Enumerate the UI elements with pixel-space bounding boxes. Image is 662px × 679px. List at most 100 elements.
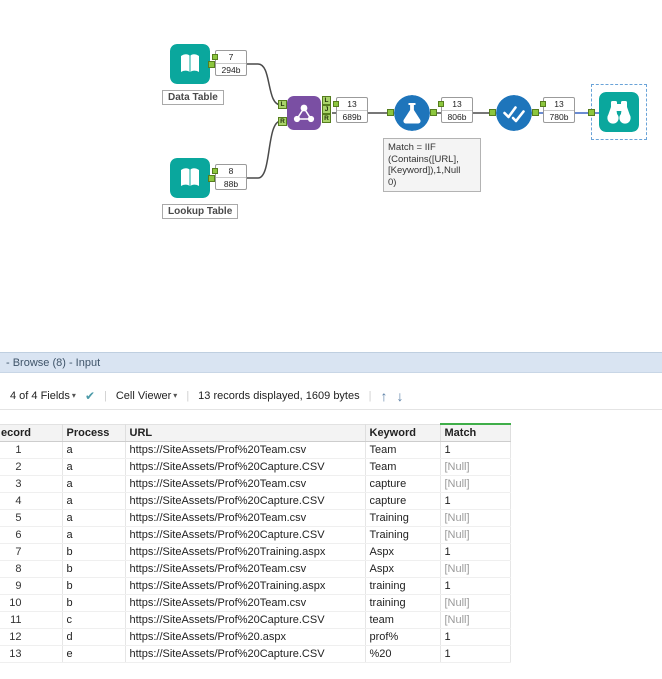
keyword-cell[interactable]: Team — [365, 441, 440, 458]
table-row[interactable]: 6ahttps://SiteAssets/Prof%20Capture.CSVT… — [0, 526, 510, 543]
table-row[interactable]: 5ahttps://SiteAssets/Prof%20Team.csvTrai… — [0, 509, 510, 526]
process-cell[interactable]: b — [62, 577, 125, 594]
column-header-url[interactable]: URL — [125, 424, 365, 441]
join-tool[interactable] — [287, 96, 321, 130]
process-cell[interactable]: a — [62, 492, 125, 509]
url-cell[interactable]: https://SiteAssets/Prof%20Team.csv — [125, 509, 365, 526]
match-cell[interactable]: [Null] — [440, 594, 510, 611]
join-output-l: L — [322, 96, 331, 105]
table-row[interactable]: 10bhttps://SiteAssets/Prof%20Team.csvtra… — [0, 594, 510, 611]
table-row[interactable]: 4ahttps://SiteAssets/Prof%20Capture.CSVc… — [0, 492, 510, 509]
output-anchor — [430, 109, 437, 116]
keyword-cell[interactable]: capture — [365, 492, 440, 509]
table-row[interactable]: 1ahttps://SiteAssets/Prof%20Team.csvTeam… — [0, 441, 510, 458]
record-cell[interactable]: 6 — [0, 526, 62, 543]
match-cell[interactable]: [Null] — [440, 560, 510, 577]
cell-viewer-dropdown[interactable]: Cell Viewer ▾ — [116, 390, 177, 402]
keyword-cell[interactable]: Training — [365, 509, 440, 526]
url-cell[interactable]: https://SiteAssets/Prof%20Capture.CSV — [125, 458, 365, 475]
process-cell[interactable]: a — [62, 441, 125, 458]
scroll-up-icon[interactable]: ↑ — [380, 388, 387, 404]
url-cell[interactable]: https://SiteAssets/Prof%20Capture.CSV — [125, 492, 365, 509]
match-cell[interactable]: [Null] — [440, 475, 510, 492]
input-data-tool-lookup-table[interactable] — [170, 158, 210, 198]
match-cell[interactable]: 1 — [440, 441, 510, 458]
url-cell[interactable]: https://SiteAssets/Prof%20.aspx — [125, 628, 365, 645]
url-cell[interactable]: https://SiteAssets/Prof%20Team.csv — [125, 441, 365, 458]
record-cell[interactable]: 1 — [0, 441, 62, 458]
column-header-record[interactable]: ecord — [0, 424, 62, 441]
keyword-cell[interactable]: prof% — [365, 628, 440, 645]
keyword-cell[interactable]: Aspx — [365, 560, 440, 577]
match-cell[interactable]: [Null] — [440, 458, 510, 475]
connection-dot — [540, 101, 546, 107]
scroll-down-icon[interactable]: ↓ — [396, 388, 403, 404]
match-cell[interactable]: 1 — [440, 543, 510, 560]
record-cell[interactable]: 12 — [0, 628, 62, 645]
keyword-cell[interactable]: Training — [365, 526, 440, 543]
table-row[interactable]: 12dhttps://SiteAssets/Prof%20.aspxprof%1 — [0, 628, 510, 645]
url-cell[interactable]: https://SiteAssets/Prof%20Team.csv — [125, 594, 365, 611]
formula-tool[interactable] — [394, 95, 430, 131]
process-cell[interactable]: a — [62, 475, 125, 492]
keyword-cell[interactable]: capture — [365, 475, 440, 492]
url-cell[interactable]: https://SiteAssets/Prof%20Capture.CSV — [125, 526, 365, 543]
record-cell[interactable]: 10 — [0, 594, 62, 611]
keyword-cell[interactable]: team — [365, 611, 440, 628]
record-cell[interactable]: 9 — [0, 577, 62, 594]
url-cell[interactable]: https://SiteAssets/Prof%20Team.csv — [125, 560, 365, 577]
process-cell[interactable]: c — [62, 611, 125, 628]
match-cell[interactable]: [Null] — [440, 509, 510, 526]
column-header-keyword[interactable]: Keyword — [365, 424, 440, 441]
match-cell[interactable]: 1 — [440, 577, 510, 594]
input-data-tool-data-table[interactable] — [170, 44, 210, 84]
record-cell[interactable]: 3 — [0, 475, 62, 492]
match-cell[interactable]: 1 — [440, 628, 510, 645]
url-cell[interactable]: https://SiteAssets/Prof%20Training.aspx — [125, 543, 365, 560]
table-row[interactable]: 3ahttps://SiteAssets/Prof%20Team.csvcapt… — [0, 475, 510, 492]
record-cell[interactable]: 5 — [0, 509, 62, 526]
process-cell[interactable]: b — [62, 594, 125, 611]
column-header-process[interactable]: Process — [62, 424, 125, 441]
table-row[interactable]: 2ahttps://SiteAssets/Prof%20Capture.CSVT… — [0, 458, 510, 475]
table-row[interactable]: 13ehttps://SiteAssets/Prof%20Capture.CSV… — [0, 645, 510, 662]
process-cell[interactable]: b — [62, 543, 125, 560]
record-cell[interactable]: 13 — [0, 645, 62, 662]
record-cell[interactable]: 8 — [0, 560, 62, 577]
keyword-cell[interactable]: Aspx — [365, 543, 440, 560]
keyword-cell[interactable]: Team — [365, 458, 440, 475]
record-cell[interactable]: 11 — [0, 611, 62, 628]
apply-check-icon[interactable]: ✔ — [85, 389, 95, 403]
url-cell[interactable]: https://SiteAssets/Prof%20Capture.CSV — [125, 611, 365, 628]
match-cell[interactable]: [Null] — [440, 611, 510, 628]
badge-count: 13 — [442, 98, 472, 110]
process-cell[interactable]: a — [62, 509, 125, 526]
keyword-cell[interactable]: %20 — [365, 645, 440, 662]
cell-viewer-label: Cell Viewer — [116, 390, 171, 402]
process-cell[interactable]: a — [62, 458, 125, 475]
select-tool[interactable] — [496, 95, 532, 131]
process-cell[interactable]: d — [62, 628, 125, 645]
process-cell[interactable]: a — [62, 526, 125, 543]
keyword-cell[interactable]: training — [365, 577, 440, 594]
keyword-cell[interactable]: training — [365, 594, 440, 611]
record-cell[interactable]: 4 — [0, 492, 62, 509]
table-row[interactable]: 8bhttps://SiteAssets/Prof%20Team.csvAspx… — [0, 560, 510, 577]
record-cell[interactable]: 7 — [0, 543, 62, 560]
record-cell[interactable]: 2 — [0, 458, 62, 475]
url-cell[interactable]: https://SiteAssets/Prof%20Team.csv — [125, 475, 365, 492]
process-cell[interactable]: b — [62, 560, 125, 577]
table-row[interactable]: 11chttps://SiteAssets/Prof%20Capture.CSV… — [0, 611, 510, 628]
fields-dropdown[interactable]: 4 of 4 Fields ▾ — [10, 390, 76, 402]
match-cell[interactable]: [Null] — [440, 526, 510, 543]
url-cell[interactable]: https://SiteAssets/Prof%20Capture.CSV — [125, 645, 365, 662]
process-cell[interactable]: e — [62, 645, 125, 662]
match-cell[interactable]: 1 — [440, 492, 510, 509]
records-summary: 13 records displayed, 1609 bytes — [198, 390, 359, 402]
table-row[interactable]: 7bhttps://SiteAssets/Prof%20Training.asp… — [0, 543, 510, 560]
table-row[interactable]: 9bhttps://SiteAssets/Prof%20Training.asp… — [0, 577, 510, 594]
match-cell[interactable]: 1 — [440, 645, 510, 662]
column-header-match[interactable]: Match — [440, 424, 510, 441]
workflow-canvas[interactable]: 7 294b Data Table 8 88b Lookup Table — [0, 0, 662, 352]
url-cell[interactable]: https://SiteAssets/Prof%20Training.aspx — [125, 577, 365, 594]
